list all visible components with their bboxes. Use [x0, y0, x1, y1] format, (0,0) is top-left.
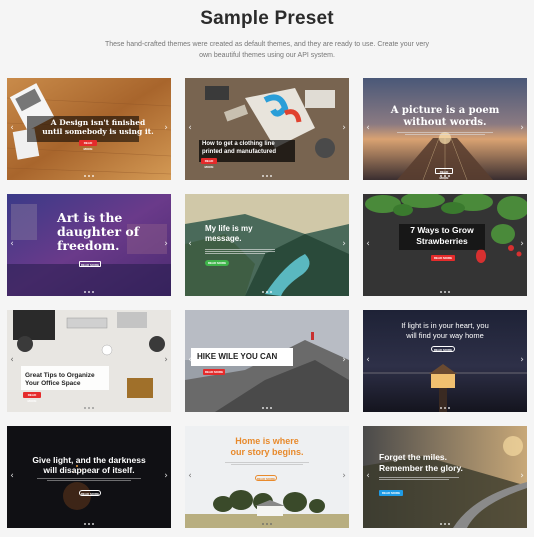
chevron-left-icon[interactable]: ‹ [8, 354, 16, 366]
chevron-right-icon[interactable]: › [162, 238, 170, 250]
pagination-dots[interactable] [363, 519, 527, 525]
read-more-button[interactable]: READ MORE [431, 255, 455, 261]
chevron-left-icon[interactable]: ‹ [8, 122, 16, 134]
read-more-button[interactable]: READ MORE [79, 140, 97, 151]
pagination-dots[interactable] [185, 287, 349, 293]
preset-card[interactable]: Great Tips to Organize Your Office Space … [7, 310, 171, 412]
card-heading: Art is the daughter of freedom. [57, 210, 140, 253]
chevron-left-icon[interactable]: ‹ [364, 354, 372, 366]
chevron-left-icon[interactable]: ‹ [364, 122, 372, 134]
chevron-right-icon[interactable]: › [340, 470, 348, 482]
read-more-button[interactable]: READ MORE [379, 490, 403, 496]
chevron-left-icon[interactable]: ‹ [8, 470, 16, 482]
card-heading: Home is where our story begins. [230, 436, 304, 457]
card-heading: Forget the miles. Remember the glory. [379, 452, 463, 473]
preset-card[interactable]: A picture is a poem without words. READ M… [363, 78, 527, 180]
preset-card[interactable]: HIKE WILE YOU CAN READ MORE ‹ › [185, 310, 349, 412]
card-subtext [379, 476, 459, 484]
card-heading: Give light, and the darkness will disappe… [32, 455, 146, 475]
card-subtext [205, 248, 275, 256]
preset-card[interactable]: Home is where our story begins. READ MORE… [185, 426, 349, 528]
chevron-right-icon[interactable]: › [340, 238, 348, 250]
preset-card[interactable]: A Design isn't finished until somebody is… [7, 78, 171, 180]
pagination-dots[interactable] [7, 519, 171, 525]
pier-sunset-image [363, 78, 527, 180]
chevron-right-icon[interactable]: › [518, 470, 526, 482]
preset-card[interactable]: My life is my message. READ MORE ‹ › [185, 194, 349, 296]
read-more-button[interactable]: READ MORE [431, 346, 455, 352]
read-more-button[interactable]: READ MORE [255, 475, 277, 481]
pagination-dots[interactable] [185, 519, 349, 525]
chevron-left-icon[interactable]: ‹ [186, 354, 194, 366]
chevron-right-icon[interactable]: › [340, 354, 348, 366]
pagination-dots[interactable] [7, 287, 171, 293]
chevron-right-icon[interactable]: › [162, 470, 170, 482]
chevron-left-icon[interactable]: ‹ [186, 238, 194, 250]
preset-card[interactable]: Forget the miles. Remember the glory. REA… [363, 426, 527, 528]
chevron-left-icon[interactable]: ‹ [364, 470, 372, 482]
read-more-button[interactable]: READ MORE [201, 158, 217, 169]
chevron-right-icon[interactable]: › [518, 122, 526, 134]
card-heading: A Design isn't finished until somebody is… [42, 118, 154, 136]
card-heading: My life is my message. [205, 224, 253, 243]
chevron-right-icon[interactable]: › [518, 354, 526, 366]
card-subtext [225, 461, 309, 469]
read-more-button[interactable]: READ MORE [205, 260, 229, 266]
pagination-dots[interactable] [363, 171, 527, 177]
card-subtext [37, 477, 141, 485]
preset-card[interactable]: Art is the daughter of freedom. READ MORE … [7, 194, 171, 296]
read-more-button[interactable]: READ MORE [79, 261, 101, 267]
chevron-right-icon[interactable]: › [340, 122, 348, 134]
chevron-left-icon[interactable]: ‹ [8, 238, 16, 250]
preset-card[interactable]: If light is in your heart, you will find … [363, 310, 527, 412]
preset-card[interactable]: Give light, and the darkness will disappe… [7, 426, 171, 528]
pagination-dots[interactable] [185, 171, 349, 177]
pagination-dots[interactable] [363, 287, 527, 293]
chevron-right-icon[interactable]: › [162, 354, 170, 366]
pagination-dots[interactable] [7, 403, 171, 409]
card-heading: If light is in your heart, you will find … [401, 321, 489, 340]
page-title: Sample Preset [200, 8, 334, 29]
pagination-dots[interactable] [185, 403, 349, 409]
preset-card[interactable]: How to get a clothing line printed and ma… [185, 78, 349, 180]
card-subtext [397, 131, 493, 137]
page-description: These hand-crafted themes were created a… [104, 41, 430, 59]
read-more-button[interactable]: READ MORE [79, 490, 101, 496]
read-more-button[interactable]: READ MORE [203, 369, 225, 375]
card-heading: HIKE WILE YOU CAN [197, 352, 278, 361]
card-heading: A picture is a poem without words. [390, 105, 500, 128]
card-heading: How to get a clothing line printed and ma… [202, 141, 277, 155]
pagination-dots[interactable] [363, 403, 527, 409]
chevron-left-icon[interactable]: ‹ [364, 238, 372, 250]
preset-card[interactable]: 7 Ways to Grow Strawberries READ MORE ‹ › [363, 194, 527, 296]
chevron-left-icon[interactable]: ‹ [186, 470, 194, 482]
mountain-lake-image [185, 194, 349, 296]
pagination-dots[interactable] [7, 171, 171, 177]
card-heading: 7 Ways to Grow Strawberries [410, 225, 474, 246]
chevron-left-icon[interactable]: ‹ [186, 122, 194, 134]
chevron-right-icon[interactable]: › [518, 238, 526, 250]
read-more-button[interactable]: READ MORE [23, 392, 41, 403]
chevron-right-icon[interactable]: › [162, 122, 170, 134]
card-heading: Great Tips to Organize Your Office Space [25, 372, 95, 387]
